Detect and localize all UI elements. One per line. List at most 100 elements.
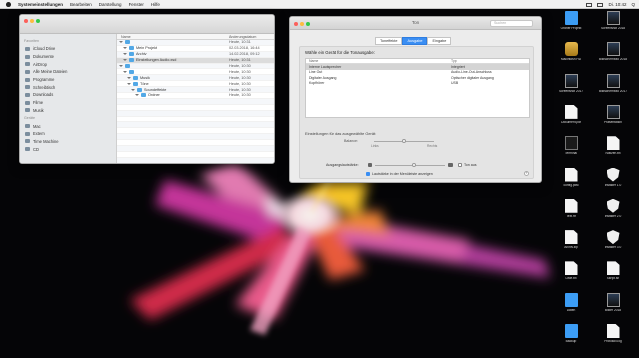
column-header-name[interactable]: Name (306, 59, 451, 63)
column-header-date[interactable]: Änderungsdatum (221, 35, 256, 39)
desktop-icon-label: Installer 1.0 (604, 183, 622, 187)
desktop-icon[interactable]: Präsentation (593, 104, 633, 137)
desktop-icon[interactable]: Daten (551, 292, 591, 325)
file-name: Archiv (136, 52, 147, 57)
desktop-icon[interactable]: Installer 2.0 (593, 198, 633, 231)
sidebar-item[interactable]: Alle Meine Dateien (20, 68, 116, 76)
tab-input[interactable]: Eingabe (427, 37, 452, 45)
desktop-icon[interactable]: Bilder 2018 (593, 292, 633, 325)
sidebar-item[interactable]: Musik (20, 107, 116, 115)
desktop-icon[interactable]: Liste.txt (551, 261, 591, 293)
sidebar-heading-devices: Geräte (24, 116, 35, 121)
disclosure-triangle-icon[interactable] (123, 53, 127, 56)
volume-slider-track[interactable] (375, 165, 445, 166)
desktop-icon-label: Präsentation (604, 120, 622, 124)
desktop-icon[interactable]: Bildschirmfoto 2017 (593, 73, 633, 106)
sidebar-item-label: Alle Meine Dateien (33, 69, 68, 75)
desktop-icon[interactable]: Text.rtf (551, 198, 591, 231)
disclosure-triangle-icon[interactable] (131, 88, 135, 91)
minimize-button[interactable] (30, 19, 34, 23)
tab-output[interactable]: Ausgabe (402, 37, 428, 45)
screen-icon (606, 292, 620, 307)
sidebar-item[interactable]: Downloads (20, 91, 116, 99)
screen-icon (606, 42, 620, 57)
file-date: Heute, 10:31 (229, 40, 251, 45)
menu-item-window[interactable]: Fenster (129, 2, 144, 7)
desktop-icon[interactable]: Bildschirmfoto 2018 (593, 42, 633, 74)
desktop-icon[interactable]: Macintosh HD (551, 42, 591, 74)
sidebar-device-item[interactable]: Mac (20, 122, 116, 130)
desktop-icon[interactable]: Archiv.zip (551, 230, 591, 262)
volume-slider-knob[interactable] (411, 163, 416, 167)
sidebar-item[interactable]: iCloud Drive (20, 45, 116, 53)
spotlight-icon[interactable]: Q (631, 2, 635, 7)
column-header-name[interactable]: Name (117, 35, 221, 39)
folder-icon (125, 64, 130, 68)
disclosure-triangle-icon[interactable] (123, 59, 127, 62)
desktop-icon[interactable]: Dokument.pdf (551, 104, 591, 137)
disclosure-triangle-icon[interactable] (123, 47, 127, 50)
menu-clock[interactable]: Di. 10:42 (608, 2, 626, 7)
desktop-icon-label: Screenshot 2018 (600, 27, 626, 30)
file-date: Heute, 10:30 (229, 93, 251, 98)
help-button[interactable]: ? (524, 171, 529, 176)
disclosure-triangle-icon[interactable] (127, 82, 131, 85)
tab-sound-effects[interactable]: Toneffekte (375, 37, 403, 45)
disclosure-triangle-icon[interactable] (135, 94, 139, 97)
wifi-icon[interactable] (597, 2, 604, 7)
balance-slider-knob[interactable] (402, 139, 406, 143)
device-name: Digitaler Ausgang (309, 75, 337, 80)
zoom-button[interactable] (36, 19, 40, 23)
sidebar-item-icon (25, 124, 30, 129)
close-button[interactable] (24, 19, 28, 23)
sidebar-item[interactable]: Schreibtisch (20, 83, 116, 91)
desktop-icon[interactable]: Skript.sh (593, 261, 633, 293)
desktop-icon[interactable]: Screenshot 2018 (593, 11, 633, 43)
mute-checkbox[interactable] (458, 163, 462, 167)
disclosure-triangle-icon[interactable] (123, 70, 127, 73)
sidebar-item-icon (25, 147, 30, 152)
desktop-icon[interactable]: Terminal (551, 136, 591, 168)
search-field[interactable]: Suchen (490, 20, 533, 27)
desktop-icon[interactable]: Screenshot 2017 (551, 73, 591, 106)
show-volume-in-menubar-option[interactable]: Lautstärke in der Menüleiste anzeigen (366, 172, 433, 176)
folder-icon (133, 81, 138, 86)
output-device-row[interactable]: Kopfhörer USB (306, 80, 529, 85)
sidebar-item[interactable]: Dokumente (20, 53, 116, 61)
desktop-icon[interactable]: Ordner Projekt (551, 11, 591, 43)
menu-item-edit[interactable]: Bearbeiten (70, 2, 92, 7)
show-volume-checkbox[interactable] (366, 172, 370, 176)
file-name-cell: Ordner (117, 93, 221, 98)
menu-app-name[interactable]: Systemeinstellungen (18, 2, 63, 7)
desktop-icon-label: Backup (565, 340, 577, 343)
menu-item-help[interactable]: Hilfe (151, 2, 160, 7)
sidebar-item[interactable]: Programme (20, 76, 116, 84)
desktop-icon[interactable]: Installer 1.0 (593, 167, 633, 200)
disclosure-triangle-icon[interactable] (127, 76, 131, 79)
disclosure-triangle-icon[interactable] (119, 65, 123, 67)
tab-bar: Toneffekte Ausgabe Eingabe (375, 37, 452, 45)
desktop-icon[interactable]: Protokoll.log (593, 324, 633, 356)
desktop-icon[interactable]: Installer 3.0 (593, 230, 633, 262)
sidebar-device-item[interactable]: Extern (20, 130, 116, 138)
desktop-icon[interactable]: config.plist (551, 167, 591, 200)
sidebar-device-item[interactable]: CD (20, 145, 116, 153)
column-header-type[interactable]: Typ (451, 59, 457, 63)
disclosure-triangle-icon[interactable] (119, 41, 123, 44)
battery-icon[interactable] (586, 2, 593, 7)
sidebar-item[interactable]: Filme (20, 99, 116, 107)
shield-icon (606, 230, 620, 245)
apple-menu-icon[interactable] (6, 1, 11, 7)
file-name-cell: Töne (117, 81, 221, 86)
screen-icon (606, 11, 620, 25)
output-volume-control: Ausgangslautstärke: Ton aus (326, 162, 506, 170)
sidebar-item-label: Extern (33, 131, 45, 137)
sidebar-item-label: Dokumente (33, 54, 54, 60)
menu-item-view[interactable]: Darstellung (99, 2, 122, 7)
desktop-icon[interactable]: Notizen.txt (593, 136, 633, 168)
folder-icon (137, 87, 142, 92)
sidebar-device-item[interactable]: Time Machine (20, 138, 116, 146)
file-date: Heute, 10:30 (229, 69, 251, 74)
sidebar-item[interactable]: AirDrop (20, 60, 116, 68)
desktop-icon[interactable]: Backup (551, 324, 591, 356)
